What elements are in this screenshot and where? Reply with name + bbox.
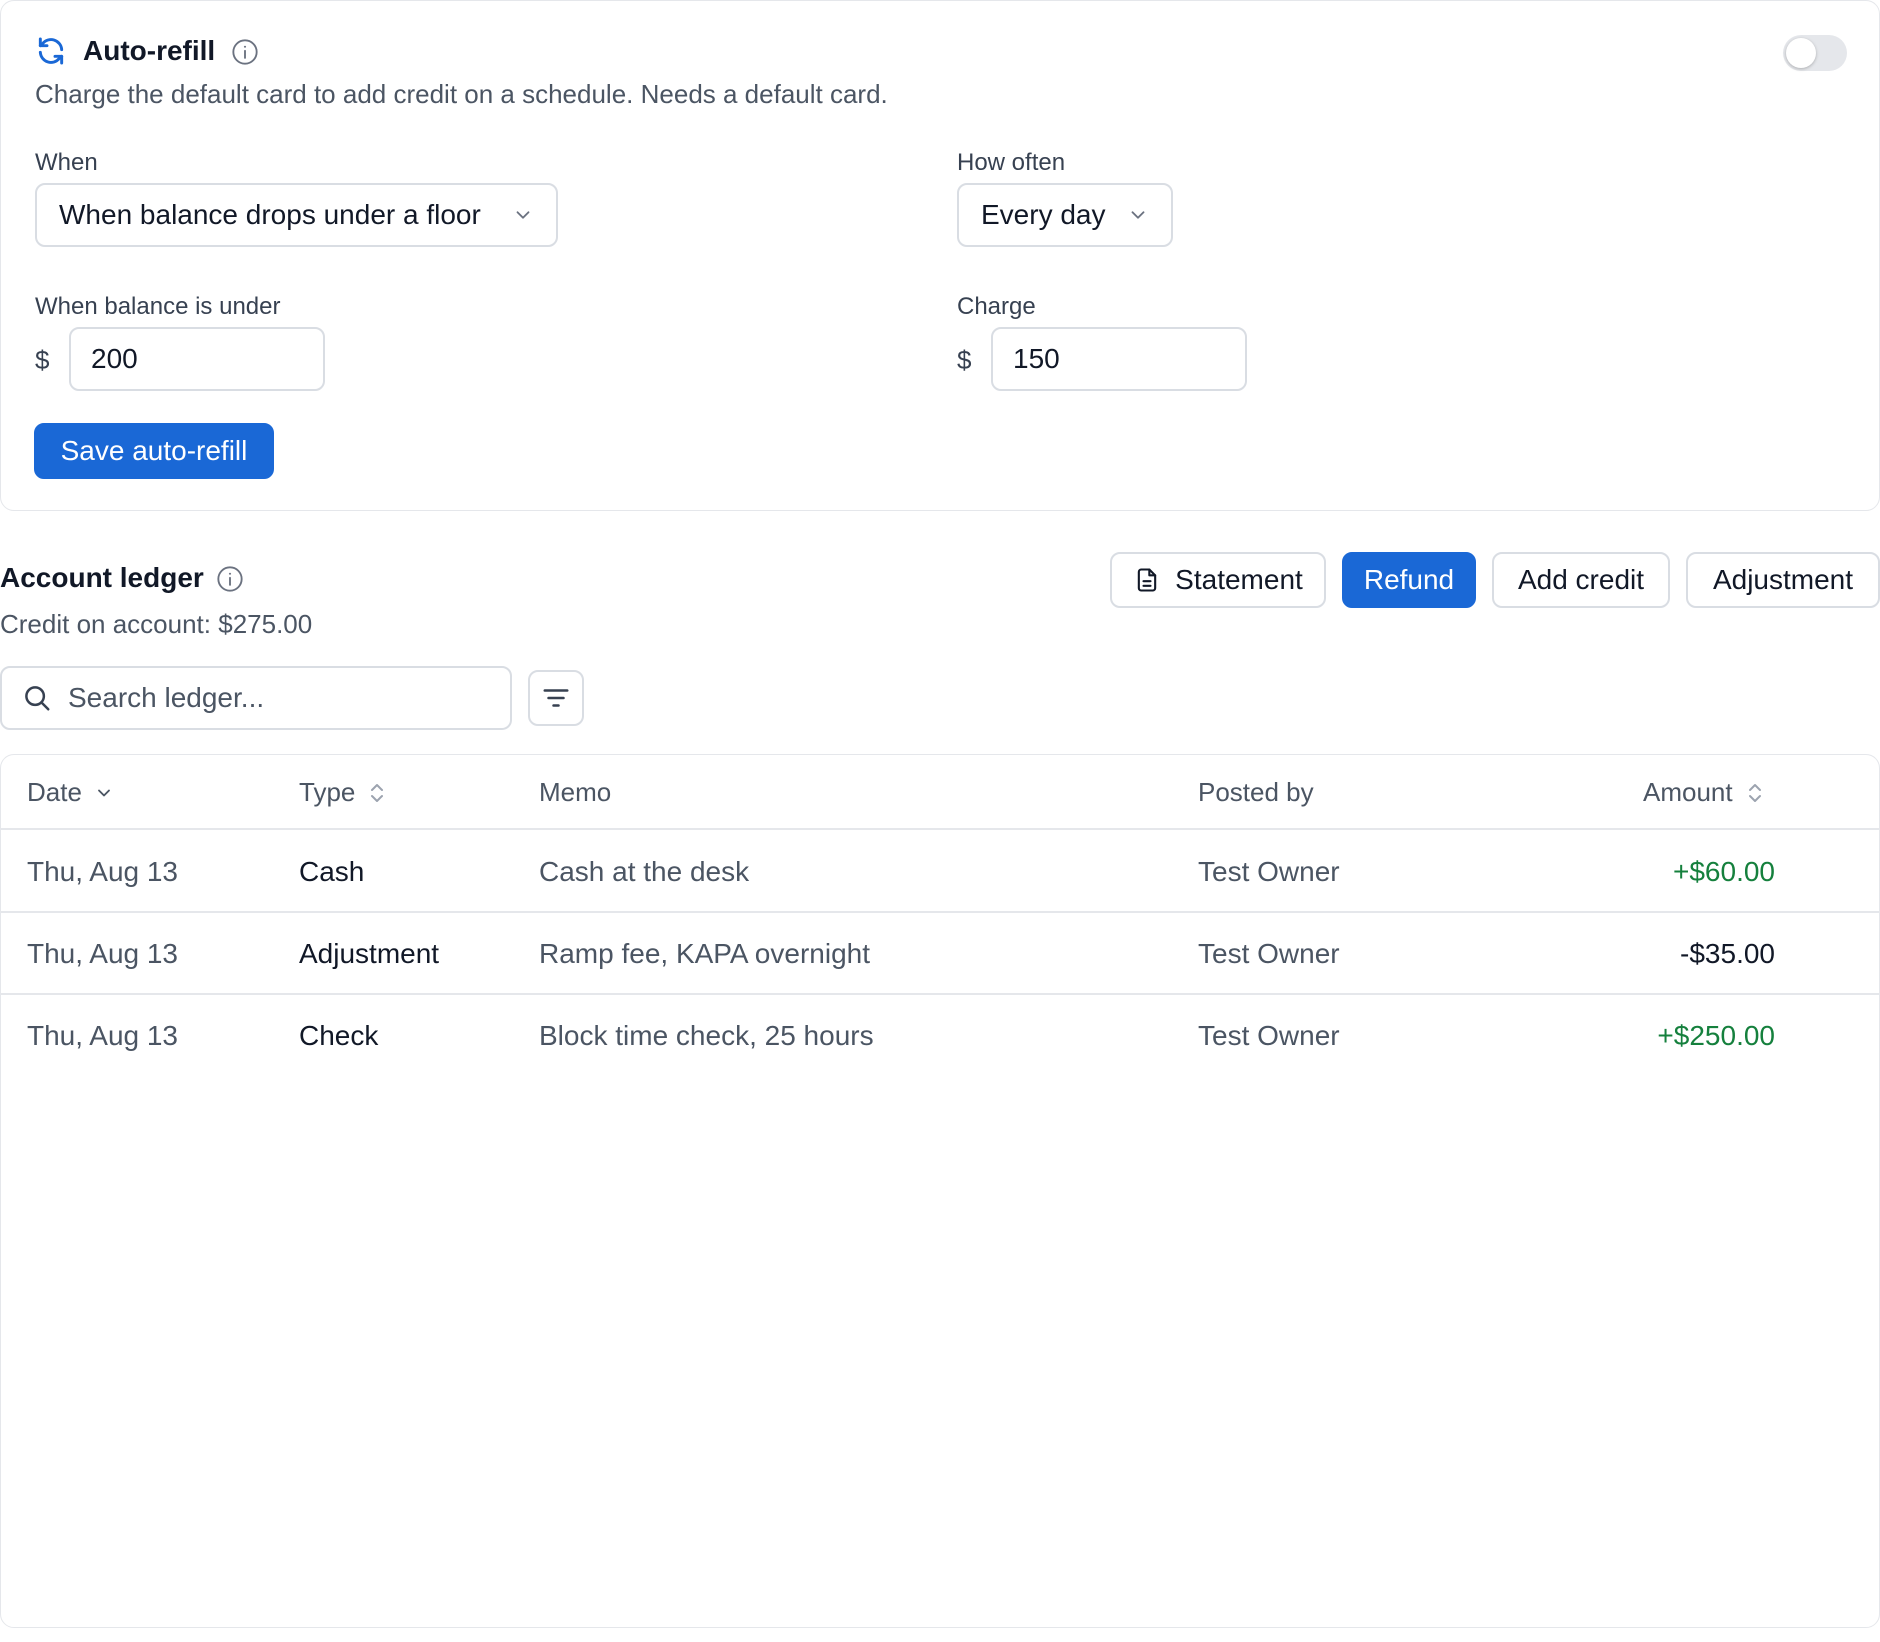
row-type: Cash [299, 856, 365, 887]
row-date: Thu, Aug 13 [27, 938, 179, 969]
row-memo: Cash at the desk [539, 856, 750, 887]
info-icon[interactable] [231, 38, 259, 66]
toggle-knob [1786, 38, 1816, 68]
when-label: When [35, 149, 98, 176]
balance-under-value: 200 [91, 343, 138, 374]
filter-button[interactable] [528, 670, 584, 726]
info-icon[interactable] [216, 565, 244, 593]
row-type: Adjustment [299, 938, 440, 969]
row-date: Thu, Aug 13 [27, 1020, 179, 1051]
row-posted-by: Test Owner [1198, 856, 1340, 887]
when-select-value: When balance drops under a floor [59, 199, 481, 230]
table-row[interactable]: Thu, Aug 13 Cash Cash at the desk Test O… [1, 831, 1879, 913]
statement-label: Statement [1175, 564, 1303, 595]
column-posted-by: Posted by [1198, 755, 1314, 830]
search-icon [22, 683, 52, 713]
filter-icon [541, 683, 571, 713]
row-date: Thu, Aug 13 [27, 856, 179, 887]
balance-currency: $ [35, 345, 50, 375]
when-select[interactable]: When balance drops under a floor [35, 183, 558, 247]
sort-icon [1745, 781, 1765, 805]
refresh-icon [35, 35, 67, 67]
auto-refill-card: Auto-refill Charge the default card to a… [0, 0, 1880, 511]
column-date-label: Date [27, 777, 82, 807]
how-often-label: How often [957, 149, 1066, 176]
auto-refill-toggle[interactable] [1783, 35, 1847, 71]
column-date[interactable]: Date [27, 755, 114, 830]
balance-under-label: When balance is under [35, 293, 281, 320]
chevron-down-icon [512, 204, 534, 226]
table-header: Date Type Memo Posted by Amount [1, 755, 1879, 830]
row-memo: Block time check, 25 hours [539, 1020, 874, 1051]
how-often-select-value: Every day [981, 199, 1106, 230]
how-often-select[interactable]: Every day [957, 183, 1173, 247]
table-row[interactable]: Thu, Aug 13 Check Block time check, 25 h… [1, 995, 1879, 1077]
row-amount: +$60.00 [1673, 856, 1775, 887]
row-type: Check [299, 1020, 379, 1051]
chevron-down-icon [1127, 204, 1149, 226]
row-posted-by: Test Owner [1198, 1020, 1340, 1051]
charge-label: Charge [957, 293, 1036, 320]
sort-icon [367, 781, 387, 805]
chevron-down-icon [94, 783, 114, 803]
adjustment-button[interactable]: Adjustment [1686, 552, 1880, 608]
column-memo: Memo [539, 755, 611, 830]
charge-input[interactable]: 150 [991, 327, 1247, 391]
row-amount: -$35.00 [1680, 938, 1775, 969]
credit-on-account: Credit on account: $275.00 [0, 609, 313, 639]
column-type[interactable]: Type [299, 755, 387, 830]
add-credit-button[interactable]: Add credit [1492, 552, 1670, 608]
column-amount-label: Amount [1643, 777, 1733, 807]
document-icon [1133, 566, 1161, 594]
account-ledger-title: Account ledger [0, 562, 204, 593]
column-amount[interactable]: Amount [1643, 755, 1765, 830]
row-posted-by: Test Owner [1198, 938, 1340, 969]
ledger-table: Date Type Memo Posted by Amount Thu, Aug… [0, 754, 1880, 1628]
save-auto-refill-button[interactable]: Save auto-refill [34, 423, 274, 479]
auto-refill-title: Auto-refill [83, 35, 216, 66]
column-memo-label: Memo [539, 777, 612, 807]
row-memo: Ramp fee, KAPA overnight [539, 938, 870, 969]
balance-under-input[interactable]: 200 [69, 327, 325, 391]
column-posted-by-label: Posted by [1198, 777, 1314, 807]
statement-button[interactable]: Statement [1110, 552, 1326, 608]
table-row[interactable]: Thu, Aug 13 Adjustment Ramp fee, KAPA ov… [1, 913, 1879, 995]
column-type-label: Type [299, 777, 356, 807]
auto-refill-description: Charge the default card to add credit on… [35, 79, 888, 109]
refund-button[interactable]: Refund [1342, 552, 1476, 608]
search-placeholder: Search ledger... [68, 682, 265, 713]
search-ledger-input[interactable]: Search ledger... [0, 666, 512, 730]
charge-currency: $ [957, 345, 972, 375]
row-amount: +$250.00 [1657, 1020, 1775, 1051]
charge-value: 150 [1013, 343, 1060, 374]
